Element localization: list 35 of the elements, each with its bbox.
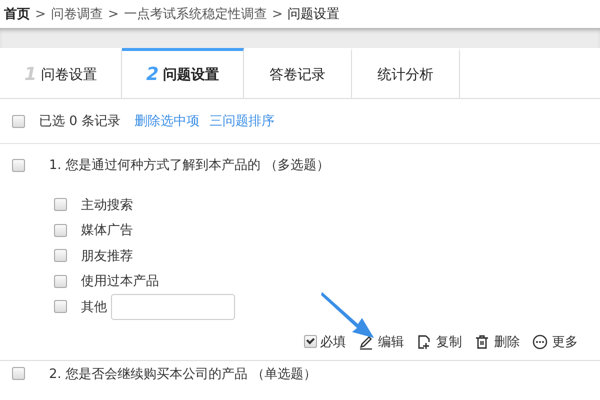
option-label: 媒体广告 (81, 222, 133, 240)
breadcrumb-item[interactable]: 一点考试系统稳定性调查 (124, 5, 267, 23)
delete-button[interactable]: 删除 (474, 332, 520, 350)
option-checkbox[interactable] (54, 274, 67, 288)
breadcrumb-item[interactable]: 问卷调查 (50, 5, 103, 23)
breadcrumb-item: 问题设置 (288, 6, 340, 23)
select-all-checkbox[interactable] (12, 114, 25, 128)
edit-button[interactable]: 编辑 (358, 332, 404, 350)
question-title: 2. 您是否会继续购买本公司的产品 （单选题） (49, 366, 317, 382)
option-label: 使用过本产品 (81, 273, 159, 290)
option-checkbox[interactable] (54, 300, 67, 314)
more-button[interactable]: 更多 (532, 332, 578, 350)
question-checkbox[interactable] (12, 367, 25, 380)
option-label: 朋友推荐 (81, 248, 133, 265)
trash-icon (474, 334, 490, 350)
option-checkbox[interactable] (54, 224, 67, 237)
copy-button[interactable]: 复制 (416, 332, 462, 350)
option-checkbox[interactable] (54, 198, 67, 212)
tab[interactable]: 2 问题设置 (122, 48, 244, 98)
required-label: 必填 (320, 334, 346, 350)
breadcrumb-item[interactable]: 首页 (4, 5, 30, 23)
option-label: 其他 (81, 298, 107, 316)
option-checkbox[interactable] (54, 249, 67, 262)
copy-icon (416, 334, 432, 350)
breadcrumb-separator: > (272, 6, 283, 22)
question-checkbox[interactable] (12, 158, 25, 172)
required-checkbox[interactable] (304, 335, 317, 348)
pencil-icon (358, 334, 374, 350)
option-label: 主动搜索 (81, 196, 133, 214)
other-input-field[interactable] (111, 294, 235, 320)
selected-count: 已选 0 条记录 (39, 113, 121, 130)
breadcrumb-separator: > (108, 6, 119, 22)
breadcrumb-separator: > (35, 6, 46, 22)
question-title: 1. 您是通过何种方式了解到本产品的 （多选题） (49, 157, 330, 174)
more-icon (532, 334, 548, 350)
